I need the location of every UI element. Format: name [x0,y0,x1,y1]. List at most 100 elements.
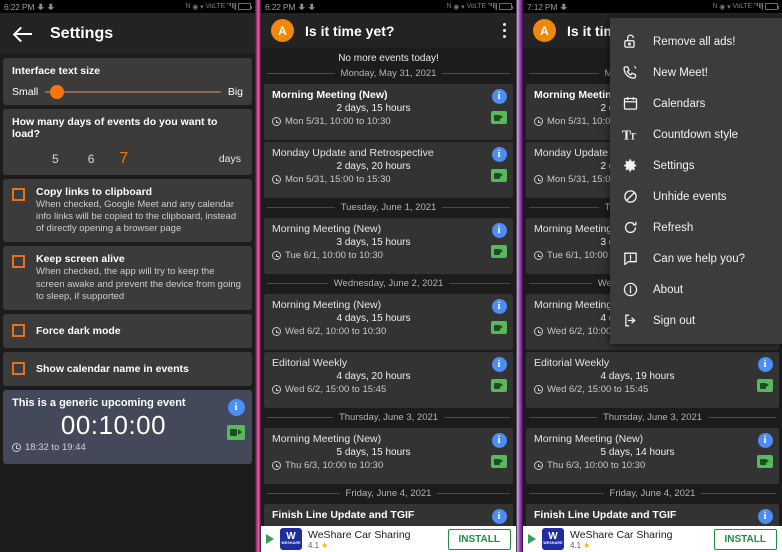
signal-icon [488,3,497,10]
event-item[interactable]: Finish Line Update and TGIF i [264,504,513,526]
app-title: Is it tim [567,22,617,39]
video-call-icon[interactable] [491,245,507,258]
volte-icon: VoLTE [205,3,226,10]
app-title: Is it time yet? [305,22,395,39]
event-actions: i [491,509,507,526]
menu-item-label: Unhide events [653,190,727,203]
ad-title: WeShare Car Sharing [570,528,673,541]
days-option-6[interactable]: 6 [88,152,95,166]
menu-item-countdown-style[interactable]: T T Countdown style [610,119,782,150]
video-call-icon[interactable] [491,111,507,124]
slider-thumb[interactable] [50,85,65,99]
menu-item-refresh[interactable]: Refresh [610,212,782,243]
status-time: 6:22 PM [265,1,296,12]
events-list[interactable]: No more events today! Monday, May 31, 20… [261,48,516,526]
checkbox-keep-screen-alive[interactable] [12,255,25,269]
text-size-slider[interactable] [45,85,221,99]
event-item[interactable]: Editorial Weekly 4 days, 20 hours Wed 6/2,… [264,352,513,408]
event-actions: i [757,433,773,468]
info-icon[interactable]: i [491,147,507,162]
setting-title: Copy links to clipboard [36,186,153,198]
menu-item-new-meet[interactable]: New Meet! [610,57,782,88]
days-to-load-card: How many days of events do you want to l… [3,109,252,175]
ad-banner[interactable]: W WESHARE WeShare Car Sharing 4.1 ★ INST… [261,526,516,552]
video-call-icon[interactable] [491,379,507,392]
avatar[interactable]: A [271,19,294,42]
network-icon: N [185,3,191,10]
menu-item-sign-out[interactable]: Sign out [610,305,782,336]
event-countdown: 2 days, 15 hours [336,103,411,114]
event-item[interactable]: Morning Meeting (New) 2 days, 15 hours Mon… [264,84,513,140]
info-circle-icon [622,281,639,298]
event-item[interactable]: Morning Meeting (New) 5 days, 14 hours Thu… [526,428,779,484]
day-header: Friday, June 4, 2021 [261,486,516,502]
info-icon[interactable]: i [757,509,773,524]
video-call-icon[interactable] [227,424,245,440]
video-call-icon[interactable] [757,455,773,468]
overflow-menu[interactable]: Remove all ads! New Meet! Calendars T T Count… [610,18,782,344]
slider-max-label: Big [227,86,243,98]
checkbox-copy-links[interactable] [12,188,25,201]
event-time-row: Wed 6/2, 15:00 to 15:45 [272,384,505,395]
info-icon[interactable]: i [757,357,773,372]
install-button[interactable]: INSTALL [713,528,777,550]
back-arrow-icon[interactable] [14,24,34,44]
clock-icon [534,251,543,260]
event-countdown: 3 days, 15 hours [336,237,411,248]
battery-icon [238,3,252,10]
info-icon[interactable]: i [491,357,507,372]
info-icon[interactable]: i [227,398,245,416]
days-option-5[interactable]: 5 [52,152,59,166]
event-item[interactable]: Finish Line Update and TGIF i [526,504,779,526]
days-option-7-selected[interactable]: 7 [119,150,128,168]
install-button[interactable]: INSTALL [447,528,511,550]
ad-banner[interactable]: W WESHARE WeShare Car Sharing 4.1 ★ INST… [523,526,782,552]
video-call-icon[interactable] [491,455,507,468]
info-icon[interactable]: i [491,89,507,104]
menu-item-settings[interactable]: Settings [610,150,782,181]
checkbox-show-calendar-name[interactable] [12,362,25,376]
info-icon[interactable]: i [491,433,507,448]
setting-description: When checked, the app will try to keep t… [36,266,241,302]
settings-app-bar: Settings [0,13,255,54]
menu-item-label: Sign out [653,314,696,327]
event-time: Tue 6/1, 10:00 to 10:30 [285,250,383,261]
event-item[interactable]: Monday Update and Retrospective 2 days, 2… [264,142,513,198]
info-icon[interactable]: i [491,509,507,524]
refresh-icon [622,219,639,236]
day-header: Thursday, June 3, 2021 [261,410,516,426]
video-call-icon[interactable] [491,169,507,182]
setting-force-dark-mode[interactable]: Force dark mode [3,313,252,348]
event-item[interactable]: Morning Meeting (New) 3 days, 15 hours Tue… [264,218,513,274]
menu-item-about[interactable]: About [610,274,782,305]
event-item[interactable]: Morning Meeting (New) 5 days, 15 hours Thu… [264,428,513,484]
video-call-icon[interactable] [491,321,507,334]
text-size-slider-row[interactable]: Small Big [12,85,243,99]
menu-item-remove-all-ads[interactable]: Remove all ads! [610,26,782,57]
checkbox-force-dark-mode[interactable] [12,324,25,338]
menu-item-label: About [653,283,684,296]
menu-item-calendars[interactable]: Calendars [610,88,782,119]
event-item[interactable]: Morning Meeting (New) 4 days, 15 hours Wed… [264,294,513,350]
setting-keep-screen-alive[interactable]: Keep screen alive When checked, the app … [3,246,252,310]
days-number-picker[interactable]: 5 6 7 days [12,150,243,168]
text-size-icon: TT [622,126,639,143]
clock-icon [272,175,281,184]
clock-icon [534,385,543,394]
preview-event-card[interactable]: This is a generic upcoming event 00:10:0… [3,389,252,464]
menu-item-unhide-events[interactable]: Unhide events [610,181,782,212]
video-call-icon[interactable] [757,379,773,392]
event-title: Editorial Weekly [272,357,348,369]
sync-icon [47,3,55,10]
info-icon[interactable]: i [757,433,773,448]
setting-copy-links[interactable]: Copy links to clipboard When checked, Go… [3,179,252,243]
setting-show-calendar-name[interactable]: Show calendar name in events [3,351,252,386]
avatar[interactable]: A [533,19,556,42]
event-time-row: Thu 6/3, 10:00 to 10:30 [534,460,771,471]
kebab-menu-icon[interactable] [502,23,506,38]
menu-item-label: Countdown style [653,128,739,141]
event-item[interactable]: Editorial Weekly 4 days, 19 hours Wed 6/2,… [526,352,779,408]
info-icon[interactable]: i [491,299,507,314]
menu-item-can-we-help-you[interactable]: Can we help you? [610,243,782,274]
info-icon[interactable]: i [491,223,507,238]
